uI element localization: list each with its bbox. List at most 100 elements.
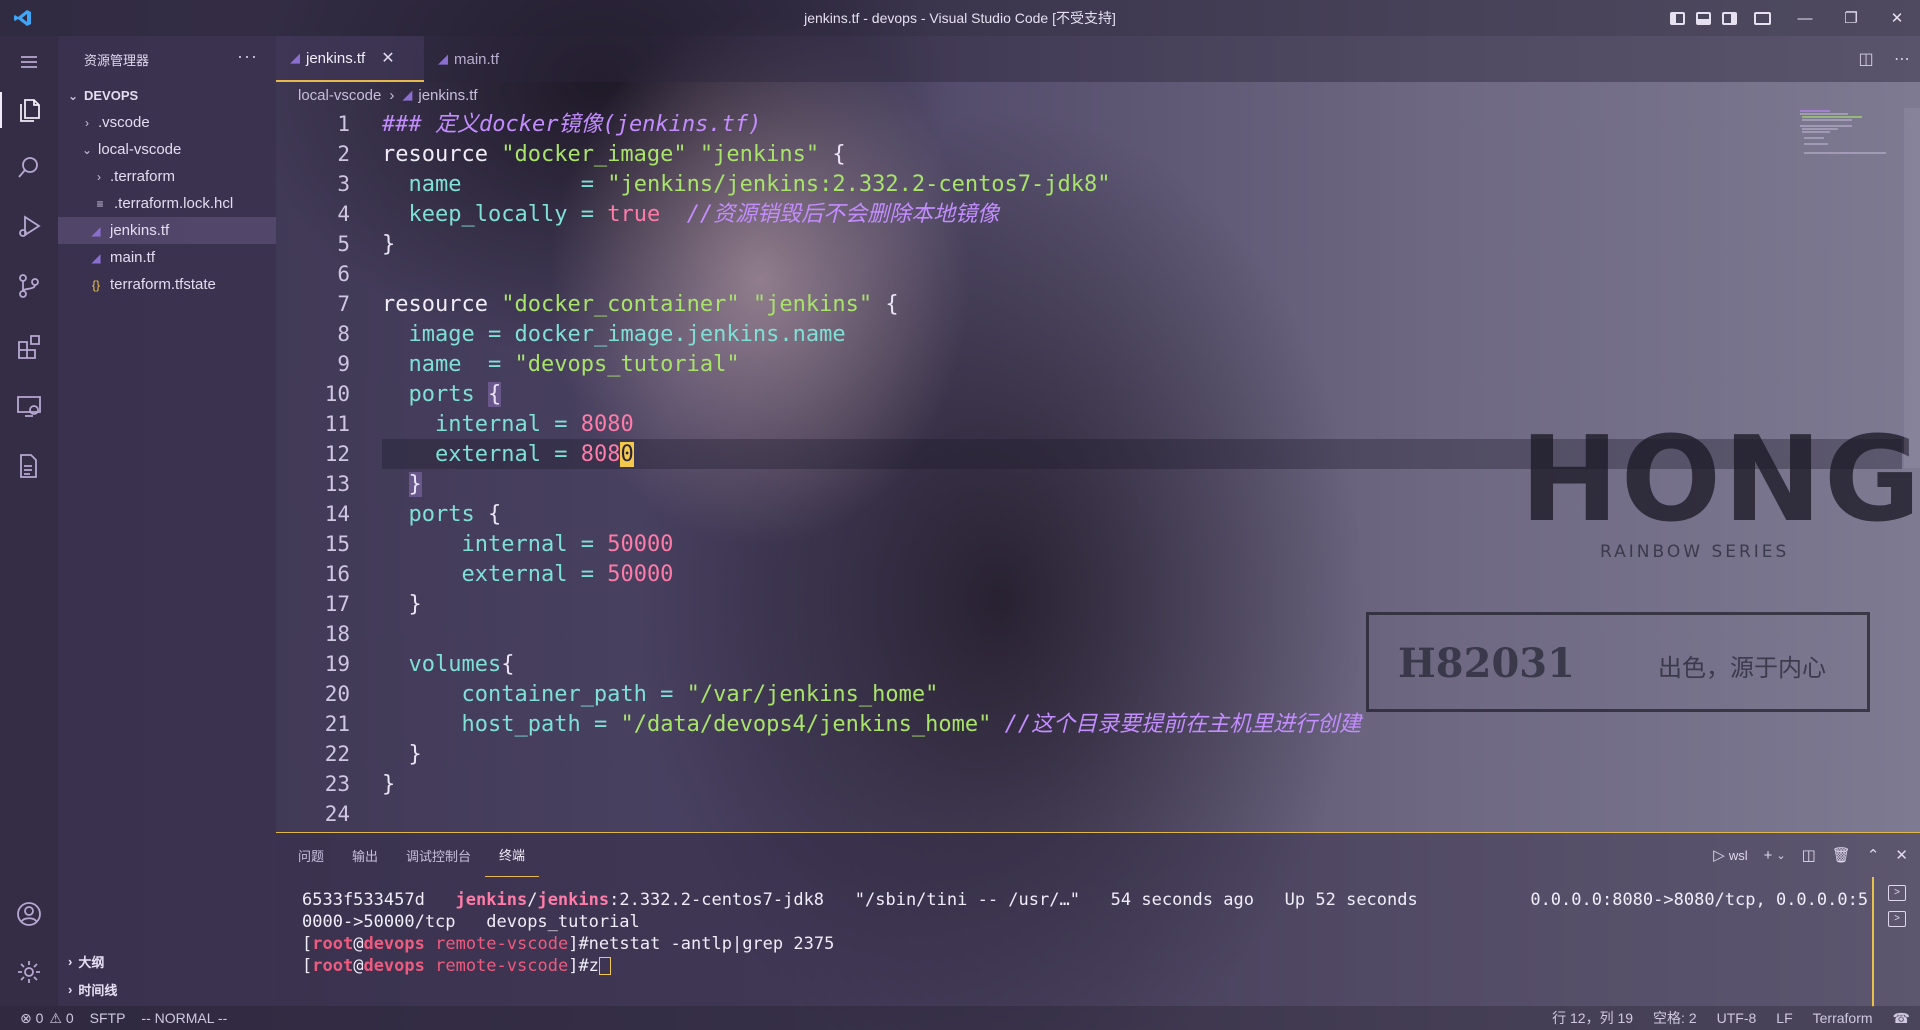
terminal-shell-label[interactable]: wsl xyxy=(1729,848,1748,863)
explorer-sidebar: 资源管理器 ··· ⌄ DEVOPS › .vscode ⌄ local-vsc… xyxy=(58,36,276,1006)
explorer-more-actions-button[interactable]: ··· xyxy=(237,46,258,67)
menu-icon[interactable] xyxy=(0,38,58,86)
language-mode-status[interactable]: Terraform xyxy=(1813,1010,1873,1026)
timeline-section[interactable]: › 时间线 xyxy=(58,976,276,1002)
notifications-bell-icon[interactable]: ☎ xyxy=(1893,1010,1910,1027)
editor-tabs: ◢ jenkins.tf ✕ ◢ main.tf ◫ ⋯ xyxy=(276,36,1920,82)
line-number: 22 xyxy=(324,742,350,766)
maximize-panel-chevron-up-icon[interactable]: ⌃ xyxy=(1867,846,1880,864)
more-actions-icon[interactable]: ⋯ xyxy=(1884,49,1920,69)
tab-jenkins-tf[interactable]: ◢ jenkins.tf ✕ xyxy=(276,36,424,82)
terraform-file-icon: ◢ xyxy=(438,51,448,66)
tree-item-label: .terraform.lock.hcl xyxy=(114,195,234,212)
vscode-logo-icon xyxy=(0,8,46,28)
code-line: external = 50000 xyxy=(461,562,674,587)
line-number: 5 xyxy=(337,232,350,256)
panel-tab-debug-console[interactable]: 调试控制台 xyxy=(392,833,485,877)
tree-item-tfstate[interactable]: {} terraform.tfstate xyxy=(58,271,276,298)
line-number: 20 xyxy=(324,682,350,706)
workspace-root-devops[interactable]: ⌄ DEVOPS xyxy=(58,82,276,109)
accounts-icon[interactable] xyxy=(0,890,58,938)
breadcrumb-folder[interactable]: local-vscode xyxy=(298,87,381,104)
tree-item-label: terraform.tfstate xyxy=(110,276,216,293)
file-lines-icon: ≡ xyxy=(96,196,104,211)
terminal-cursor xyxy=(598,957,611,975)
run-debug-icon[interactable] xyxy=(0,202,58,250)
trash-icon[interactable]: 🗑 xyxy=(1832,846,1851,864)
close-panel-icon[interactable]: ✕ xyxy=(1895,846,1908,864)
panel-tab-problems[interactable]: 问题 xyxy=(284,833,338,877)
tree-item-terraform-folder[interactable]: › .terraform xyxy=(58,163,276,190)
cursor-position-status[interactable]: 行 12，列 19 xyxy=(1552,1008,1633,1028)
extensions-icon[interactable] xyxy=(0,322,58,370)
line-number: 11 xyxy=(324,412,350,436)
line-number: 7 xyxy=(337,292,350,316)
close-tab-icon[interactable]: ✕ xyxy=(381,48,394,68)
remote-explorer-icon[interactable] xyxy=(0,382,58,430)
chevron-right-icon: › xyxy=(85,115,89,130)
terminal-line: [root@devops remote-vscode]#netstat -ant… xyxy=(302,934,835,954)
customize-layout-icon[interactable] xyxy=(1742,0,1782,36)
line-number: 12 xyxy=(324,442,350,466)
explorer-icon[interactable] xyxy=(0,86,58,134)
minimize-button[interactable]: — xyxy=(1782,0,1828,36)
chevron-down-icon[interactable]: ⌄ xyxy=(1776,849,1785,862)
indentation-status[interactable]: 空格: 2 xyxy=(1653,1008,1697,1028)
eol-status[interactable]: LF xyxy=(1776,1010,1792,1026)
problems-warnings-status[interactable]: ⚠ 0 xyxy=(49,1010,73,1027)
split-editor-icon[interactable]: ◫ xyxy=(1848,49,1884,69)
close-window-button[interactable]: ✕ xyxy=(1874,0,1920,36)
chevron-down-icon: ⌄ xyxy=(67,88,79,103)
vim-mode-status: -- NORMAL -- xyxy=(141,1010,228,1026)
restore-button[interactable]: ❐ xyxy=(1828,0,1874,36)
toggle-primary-sidebar-icon[interactable] xyxy=(1664,0,1690,36)
toggle-panel-icon[interactable] xyxy=(1690,0,1716,36)
tab-label: jenkins.tf xyxy=(306,49,366,67)
panel-tab-output[interactable]: 输出 xyxy=(338,833,392,877)
code-line: } xyxy=(382,772,396,797)
outline-section[interactable]: › 大纲 xyxy=(58,948,276,974)
tree-item-label: local-vscode xyxy=(98,141,182,158)
encoding-status[interactable]: UTF-8 xyxy=(1717,1010,1757,1026)
terraform-file-icon: ◢ xyxy=(91,250,101,265)
terminal-instance-icon[interactable]: > xyxy=(1888,911,1906,927)
tab-main-tf[interactable]: ◢ main.tf xyxy=(424,36,534,82)
new-terminal-plus-icon[interactable]: + xyxy=(1764,847,1773,864)
problems-errors-status[interactable]: ⊗ 0 xyxy=(20,1010,43,1027)
line-number: 3 xyxy=(337,172,350,196)
tree-item-vscode[interactable]: › .vscode xyxy=(58,109,276,136)
line-number: 16 xyxy=(324,562,350,586)
breadcrumb: local-vscode › ◢ jenkins.tf xyxy=(298,84,478,106)
line-number: 8 xyxy=(337,322,350,346)
split-terminal-icon[interactable]: ◫ xyxy=(1802,846,1816,864)
terraform-file-icon: ◢ xyxy=(402,87,413,102)
tree-item-terraform-lock[interactable]: ≡ .terraform.lock.hcl xyxy=(58,190,276,217)
bottom-panel: 问题 输出 调试控制台 终端 ▷ wsl + ⌄ ◫ 🗑 ⌃ ✕ 6533f53… xyxy=(276,832,1920,1007)
code-editor[interactable]: 1 2 3 4 5 6 7 8 9 10 11 12 13 14 15 16 17 18 19 20 21 22 23 24 … xyxy=(276,108,1920,828)
status-bar: ⊗ 0 ⚠ 0 SFTP -- NORMAL -- 行 12，列 19 空格: … xyxy=(0,1006,1920,1030)
outline-label: 大纲 xyxy=(78,954,105,970)
panel-tab-terminal[interactable]: 终端 xyxy=(485,833,540,877)
line-number: 23 xyxy=(324,772,350,796)
tree-item-local-vscode[interactable]: ⌄ local-vscode xyxy=(58,136,276,163)
sftp-status[interactable]: SFTP xyxy=(90,1010,126,1026)
testing-icon[interactable] xyxy=(0,442,58,490)
minimap[interactable] xyxy=(1800,108,1890,158)
source-control-icon[interactable] xyxy=(0,262,58,310)
chevron-right-icon: › xyxy=(389,86,395,104)
settings-gear-icon[interactable] xyxy=(0,948,58,996)
breadcrumb-file[interactable]: jenkins.tf xyxy=(418,87,477,104)
terraform-file-icon: ◢ xyxy=(290,50,300,65)
tree-item-main-tf[interactable]: ◢ main.tf xyxy=(58,244,276,271)
line-number: 6 xyxy=(337,262,350,286)
toggle-secondary-sidebar-icon[interactable] xyxy=(1716,0,1742,36)
code-line: } xyxy=(382,592,422,617)
terminal-list: > > xyxy=(1872,877,1920,1007)
terminal-instance-icon[interactable]: > xyxy=(1888,885,1906,901)
editor-scrollbar[interactable] xyxy=(1904,108,1920,468)
search-icon[interactable] xyxy=(0,144,58,192)
tree-item-jenkins-tf[interactable]: ◢ jenkins.tf xyxy=(58,217,276,244)
tree-item-label: main.tf xyxy=(110,249,156,266)
code-line: internal = 50000 xyxy=(461,532,674,557)
line-number: 4 xyxy=(337,202,350,226)
